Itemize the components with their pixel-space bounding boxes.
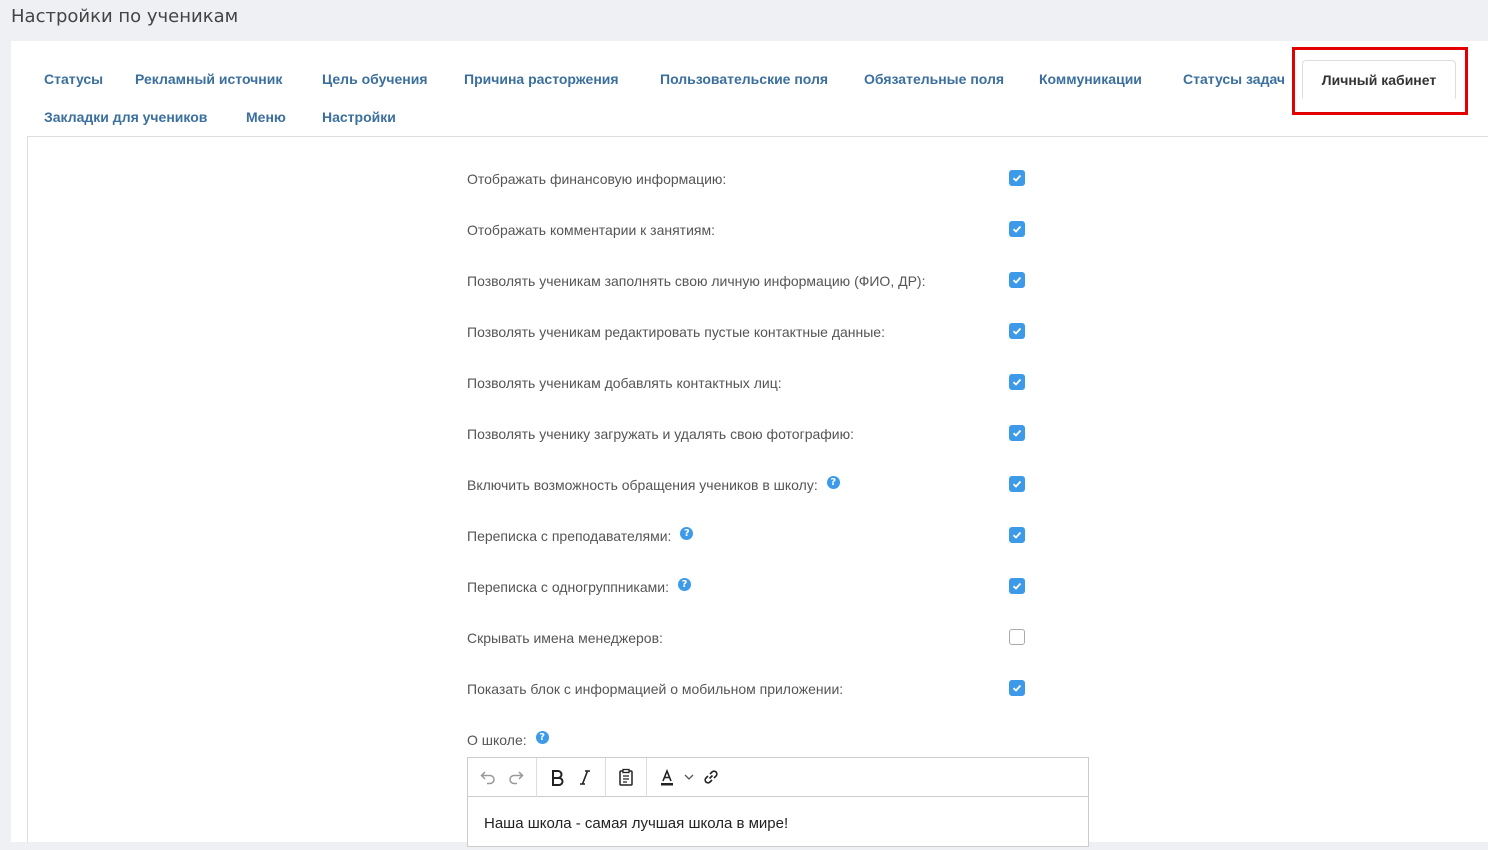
- clipboard-group: [606, 757, 647, 797]
- setting-row: Отображать финансовую информацию:: [467, 168, 1027, 190]
- tab-personal-account[interactable]: Личный кабинет: [1302, 60, 1456, 99]
- tab-learning-goal[interactable]: Цель обучения: [322, 71, 428, 87]
- help-icon[interactable]: ?: [826, 475, 840, 489]
- setting-label: Переписка с одногруппниками:: [467, 579, 669, 595]
- rich-text-editor: Наша школа - самая лучшая школа в мире!: [467, 757, 1089, 847]
- setting-checkbox[interactable]: [1009, 221, 1025, 237]
- paste-icon[interactable]: [612, 763, 640, 791]
- setting-row: Позволять ученикам редактировать пустые …: [467, 321, 1027, 343]
- setting-checkbox[interactable]: [1009, 323, 1025, 339]
- setting-checkbox[interactable]: [1009, 680, 1025, 696]
- tab-ad-source[interactable]: Рекламный источник: [135, 71, 282, 87]
- setting-checkbox[interactable]: [1009, 578, 1025, 594]
- setting-checkbox[interactable]: [1009, 170, 1025, 186]
- page-title: Настройки по ученикам: [11, 6, 239, 27]
- chevron-down-icon[interactable]: [681, 763, 697, 791]
- redo-icon[interactable]: [502, 763, 530, 791]
- setting-label: Позволять ученику загружать и удалять св…: [467, 426, 855, 442]
- editor-toolbar: [468, 757, 1088, 797]
- setting-row: Переписка с одногруппниками: ?: [467, 576, 1027, 598]
- tab-divider: [27, 136, 1488, 137]
- setting-label: Скрывать имена менеджеров:: [467, 630, 663, 646]
- setting-label: Позволять ученикам редактировать пустые …: [467, 324, 885, 340]
- setting-row: Позволять ученикам заполнять свою личную…: [467, 270, 1027, 292]
- italic-icon[interactable]: [571, 763, 599, 791]
- history-group: [468, 757, 537, 797]
- setting-row: Отображать комментарии к занятиям:: [467, 219, 1027, 241]
- setting-label: Переписка с преподавателями:: [467, 528, 672, 544]
- link-icon[interactable]: [697, 763, 725, 791]
- setting-checkbox[interactable]: [1009, 527, 1025, 543]
- help-icon[interactable]: ?: [535, 730, 549, 744]
- tab-task-statuses[interactable]: Статусы задач: [1183, 71, 1285, 87]
- setting-row: Скрывать имена менеджеров:: [467, 627, 1027, 649]
- setting-label: Показать блок с информацией о мобильном …: [467, 681, 844, 697]
- setting-row: Позволять ученикам добавлять контактных …: [467, 372, 1027, 394]
- tab-required-fields[interactable]: Обязательные поля: [864, 71, 1004, 87]
- tab-settings[interactable]: Настройки: [322, 109, 396, 125]
- setting-checkbox[interactable]: [1009, 374, 1025, 390]
- color-link-group: [647, 758, 731, 797]
- bold-icon[interactable]: [543, 763, 571, 791]
- tab-statuses[interactable]: Статусы: [44, 71, 103, 87]
- settings-panel: Статусы Рекламный источник Цель обучения…: [11, 41, 1488, 847]
- setting-label: Отображать комментарии к занятиям:: [467, 222, 716, 238]
- tab-custom-fields[interactable]: Пользовательские поля: [660, 71, 828, 87]
- setting-label: Позволять ученикам добавлять контактных …: [467, 375, 782, 391]
- setting-label: Включить возможность обращения учеников …: [467, 477, 818, 493]
- format-group: [537, 757, 606, 797]
- setting-row: Позволять ученику загружать и удалять св…: [467, 423, 1027, 445]
- tab-termination-reason[interactable]: Причина расторжения: [464, 71, 619, 87]
- about-row: О школе: ?: [467, 729, 1027, 751]
- setting-checkbox[interactable]: [1009, 476, 1025, 492]
- undo-icon[interactable]: [474, 763, 502, 791]
- setting-label: Отображать финансовую информацию:: [467, 171, 727, 187]
- setting-row: Включить возможность обращения учеников …: [467, 474, 1027, 496]
- help-icon[interactable]: ?: [680, 526, 694, 540]
- tab-student-bookmarks[interactable]: Закладки для учеников: [44, 109, 207, 125]
- setting-row: Показать блок с информацией о мобильном …: [467, 678, 1027, 700]
- setting-checkbox[interactable]: [1009, 425, 1025, 441]
- setting-label: Позволять ученикам заполнять свою личную…: [467, 273, 926, 289]
- setting-row: Переписка с преподавателями: ?: [467, 525, 1027, 547]
- editor-content[interactable]: Наша школа - самая лучшая школа в мире!: [468, 797, 1088, 850]
- about-label: О школе:: [467, 732, 527, 748]
- text-color-icon[interactable]: [653, 763, 681, 791]
- tab-communications[interactable]: Коммуникации: [1039, 71, 1142, 87]
- setting-checkbox[interactable]: [1009, 629, 1025, 645]
- tab-menu[interactable]: Меню: [246, 109, 286, 125]
- content-border: [27, 136, 28, 842]
- help-icon[interactable]: ?: [678, 577, 691, 591]
- setting-checkbox[interactable]: [1009, 272, 1025, 288]
